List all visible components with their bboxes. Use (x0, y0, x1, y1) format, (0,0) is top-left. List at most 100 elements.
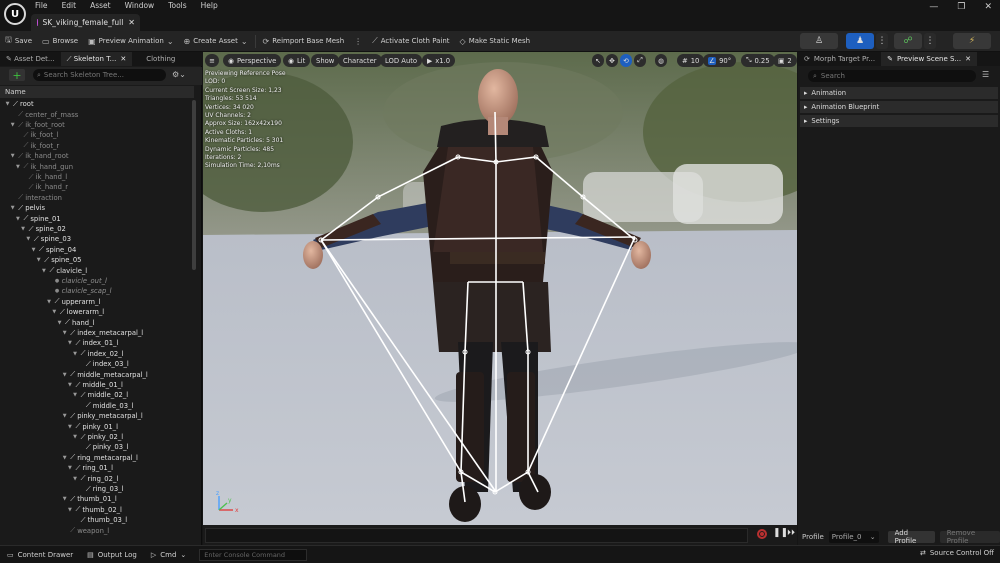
document-tab[interactable]: SK_viking_female_full ✕ (31, 14, 140, 31)
expand-arrow-icon[interactable]: ▼ (61, 413, 68, 419)
viewport-menu-button[interactable]: ≡ (205, 54, 219, 67)
tree-node[interactable]: ⟋ ik_foot_r (0, 141, 59, 152)
expand-arrow-icon[interactable]: ▼ (61, 372, 68, 378)
tree-node[interactable]: ▼ ⟋ ik_hand_gun (0, 161, 73, 172)
tree-node[interactable]: ▼ ⟋ index_metacarpal_l (0, 328, 143, 339)
expand-arrow-icon[interactable]: ▼ (72, 351, 79, 357)
close-tab-icon[interactable]: ✕ (965, 55, 971, 63)
create-asset-button[interactable]: ⊕ Create Asset ⌄ (179, 31, 253, 51)
close-window-icon[interactable]: ✕ (984, 2, 992, 12)
grid-snap-button[interactable]: #10 (677, 54, 705, 67)
tab-clothing[interactable]: Clothing (132, 52, 181, 66)
settings-icon[interactable]: ☰ (982, 70, 989, 79)
tree-node[interactable]: ▼ ⟋ spine_02 (0, 224, 66, 235)
tree-node[interactable]: ▼ ⟋ pelvis (0, 203, 45, 214)
expand-arrow-icon[interactable]: ▼ (61, 455, 68, 461)
expand-arrow-icon[interactable]: ▼ (14, 164, 21, 170)
mode-options-button[interactable]: ⋮ (876, 33, 888, 49)
expand-arrow-icon[interactable]: ▼ (9, 122, 16, 128)
tree-node[interactable]: ⟋ ik_hand_l (0, 172, 68, 183)
tree-node[interactable]: ▼ ⟋ spine_04 (0, 245, 77, 256)
expand-arrow-icon[interactable]: ▼ (40, 268, 47, 274)
tree-node[interactable]: ⟋ index_03_l (0, 359, 129, 370)
tree-node[interactable]: ▼ ⟋ upperarm_l (0, 297, 100, 308)
character-button[interactable]: Character (338, 54, 382, 67)
add-socket-button[interactable]: + (9, 69, 25, 81)
gear-icon[interactable]: ⚙⌄ (172, 70, 186, 79)
tree-node[interactable]: ⟋ ik_hand_r (0, 182, 68, 193)
restore-icon[interactable]: ❐ (957, 2, 965, 12)
rotate-tool-button[interactable]: ⟲ (620, 54, 632, 67)
section-animation[interactable]: ▸ Animation (800, 87, 998, 99)
tab-preview-scene-settings[interactable]: ✎ Preview Scene S... ✕ (881, 52, 977, 66)
expand-arrow-icon[interactable]: ▼ (25, 236, 32, 242)
more-options-button[interactable]: ⋮ (349, 31, 367, 51)
add-profile-button[interactable]: Add Profile (887, 529, 935, 545)
select-tool-button[interactable]: ↖ (592, 54, 604, 67)
preview-animation-button[interactable]: ▣ Preview Animation ⌄ (83, 31, 178, 51)
expand-arrow-icon[interactable]: ▼ (66, 465, 73, 471)
close-tab-icon[interactable]: ✕ (120, 55, 126, 63)
menu-asset[interactable]: Asset (90, 1, 111, 10)
scale-snap-button[interactable]: ⤡ 0.25 (741, 54, 775, 67)
activate-cloth-paint-button[interactable]: ⟋ Activate Cloth Paint (367, 31, 454, 51)
menu-help[interactable]: Help (201, 1, 218, 10)
tree-node[interactable]: ▼ ⟋ middle_metacarpal_l (0, 369, 148, 380)
playback-speed-button[interactable]: ▶ x1.0 (422, 54, 456, 67)
show-button[interactable]: Show (311, 54, 340, 67)
expand-arrow-icon[interactable]: ▼ (30, 247, 37, 253)
lit-button[interactable]: ◉ Lit (283, 54, 311, 67)
tree-node[interactable]: ▼ ⟋ hand_l (0, 317, 95, 328)
tree-node[interactable]: ▼ ⟋ root (0, 99, 34, 110)
skeleton-search-input[interactable]: ⌕ Search Skeleton Tree... (33, 69, 166, 81)
expand-arrow-icon[interactable]: ▼ (66, 424, 73, 430)
expand-arrow-icon[interactable]: ▼ (56, 320, 63, 326)
browse-button[interactable]: ▭ Browse (37, 31, 83, 51)
translate-tool-button[interactable]: ✥ (606, 54, 618, 67)
viewport[interactable]: ≡ ◉ Perspective ◉ Lit Show Character LOD A… (203, 52, 797, 525)
tree-node[interactable]: ⟋ interaction (0, 193, 62, 204)
unreal-logo[interactable]: U (4, 3, 26, 25)
menu-window[interactable]: Window (125, 1, 155, 10)
scene-search-input[interactable]: ⌕ Search (808, 70, 976, 82)
expand-arrow-icon[interactable]: ▼ (14, 216, 21, 222)
tree-node[interactable]: ▼ ⟋ ring_metacarpal_l (0, 453, 138, 464)
world-local-button[interactable]: ◍ (655, 54, 667, 67)
expand-arrow-icon[interactable]: ▼ (20, 226, 27, 232)
tree-node[interactable]: ● clavicle_scap_l (0, 286, 112, 297)
tab-skeleton-tree[interactable]: ⟋ Skeleton T... ✕ (60, 52, 133, 66)
reimport-base-mesh-button[interactable]: ⟳ Reimport Base Mesh (258, 31, 350, 51)
camera-speed-button[interactable]: ▣ 2 (773, 54, 797, 67)
tree-node[interactable]: ▼ ⟋ index_01_l (0, 338, 118, 349)
content-drawer-button[interactable]: ▭ Content Drawer (0, 546, 80, 563)
step-forward-icon[interactable]: ⏵⏵ (787, 528, 795, 538)
physics-mode-button[interactable]: ⚡ (953, 33, 991, 49)
tree-node[interactable]: ⟋ center_of_mass (0, 109, 78, 120)
minimize-icon[interactable]: — (929, 2, 938, 12)
mode-options-button[interactable]: ⋮ (924, 33, 936, 49)
tree-scrollbar[interactable] (192, 100, 196, 270)
tree-node[interactable]: ● clavicle_out_l (0, 276, 107, 287)
tree-node[interactable]: ▼ ⟋ ik_hand_root (0, 151, 69, 162)
tree-node[interactable]: ▼ ⟋ clavicle_l (0, 265, 87, 276)
tree-node[interactable]: ⟋ middle_03_l (0, 401, 134, 412)
expand-arrow-icon[interactable]: ▼ (35, 257, 42, 263)
expand-arrow-icon[interactable]: ▼ (9, 153, 16, 159)
tree-node[interactable]: ▼ ⟋ thumb_02_l (0, 505, 122, 516)
expand-arrow-icon[interactable]: ▼ (61, 330, 68, 336)
lod-button[interactable]: LOD Auto (380, 54, 423, 67)
source-control-button[interactable]: ⇄ Source Control Off (920, 549, 994, 557)
animation-mode-button[interactable]: ☍ (894, 33, 922, 49)
expand-arrow-icon[interactable]: ▼ (9, 205, 16, 211)
menu-file[interactable]: File (35, 1, 48, 10)
tree-node[interactable]: ▼ ⟋ pinky_metacarpal_l (0, 411, 143, 422)
cmd-dropdown[interactable]: ▷ Cmd ⌄ (144, 546, 193, 563)
tree-node[interactable]: ▼ ⟋ spine_03 (0, 234, 71, 245)
expand-arrow-icon[interactable]: ▼ (72, 392, 79, 398)
tree-node[interactable]: ▼ ⟋ ring_02_l (0, 473, 118, 484)
tree-node[interactable]: ⟋ thumb_03_l (0, 515, 128, 526)
tree-node[interactable]: ⟋ ik_foot_l (0, 130, 58, 141)
tree-node[interactable]: ⟋ ring_03_l (0, 484, 124, 495)
expand-arrow-icon[interactable]: ▼ (51, 309, 58, 315)
expand-arrow-icon[interactable]: ▼ (72, 434, 79, 440)
